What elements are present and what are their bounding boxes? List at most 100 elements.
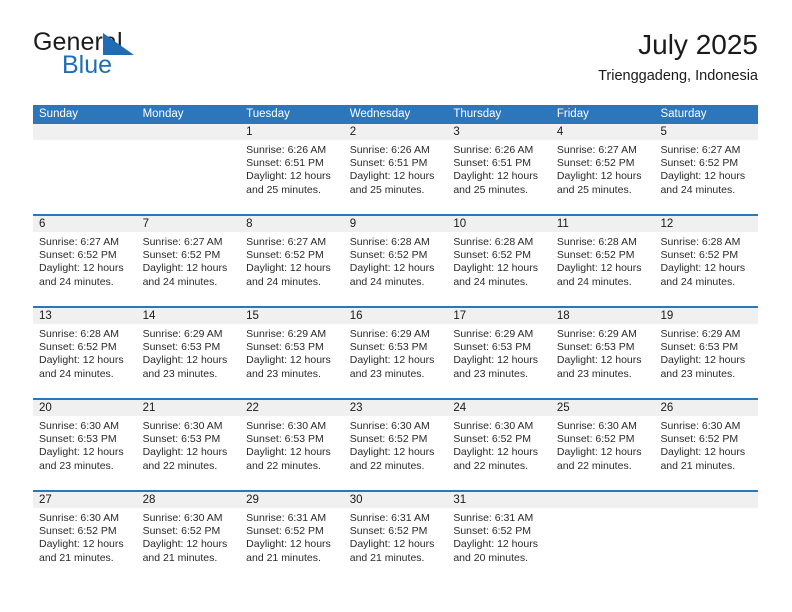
calendar-day-cell[interactable]: 23 Sunrise: 6:30 AM Sunset: 6:52 PM Dayligh…: [343, 400, 448, 490]
calendar-day-cell[interactable]: 7 Sunrise: 6:27 AM Sunset: 6:52 PM Daylight…: [136, 216, 241, 306]
daylight-text-cont: and 21 minutes.: [39, 551, 114, 564]
daylight-text: Daylight: 12 hours: [39, 354, 124, 367]
calendar-day-cell[interactable]: 21 Sunrise: 6:30 AM Sunset: 6:53 PM Dayligh…: [136, 400, 241, 490]
calendar-day-cell[interactable]: 19 Sunrise: 6:29 AM Sunset: 6:53 PM Dayligh…: [654, 308, 759, 398]
day-details: Sunrise: 6:28 AM Sunset: 6:52 PM Daylight:…: [33, 324, 137, 381]
sunset-text: Sunset: 6:51 PM: [246, 157, 324, 170]
calendar-day-cell[interactable]: 1 Sunrise: 6:26 AM Sunset: 6:51 PM Daylight…: [240, 124, 344, 214]
calendar-day-cell[interactable]: 28 Sunrise: 6:30 AM Sunset: 6:52 PM Dayligh…: [136, 492, 241, 582]
day-number-band: 19: [654, 308, 759, 324]
calendar-day-cell[interactable]: 22 Sunrise: 6:30 AM Sunset: 6:53 PM Dayligh…: [240, 400, 344, 490]
day-number: 14: [142, 310, 156, 322]
daylight-text-cont: and 24 minutes.: [556, 275, 632, 288]
sunset-text: Sunset: 6:53 PM: [246, 433, 324, 446]
calendar-day-cell[interactable]: 18 Sunrise: 6:29 AM Sunset: 6:53 PM Dayligh…: [550, 308, 655, 398]
sunrise-text: Sunrise: 6:30 AM: [39, 512, 119, 524]
calendar-day-cell[interactable]: 12 Sunrise: 6:28 AM Sunset: 6:52 PM Dayligh…: [654, 216, 759, 306]
weekday-header-monday: Monday: [142, 108, 184, 120]
sunrise-text: Sunrise: 6:28 AM: [556, 236, 637, 248]
calendar-day-cell[interactable]: 31 Sunrise: 6:31 AM Sunset: 6:52 PM Dayligh…: [447, 492, 551, 582]
sunset-text: Sunset: 6:52 PM: [453, 433, 531, 446]
day-details: [137, 140, 241, 144]
day-number: 6: [39, 218, 46, 230]
day-number: 16: [349, 310, 363, 322]
calendar-day-cell[interactable]: 25 Sunrise: 6:30 AM Sunset: 6:52 PM Dayligh…: [550, 400, 655, 490]
daylight-text: Daylight: 12 hours: [556, 262, 642, 275]
day-number: 30: [349, 494, 363, 506]
daylight-text-cont: and 22 minutes.: [556, 459, 632, 472]
daylight-text-cont: and 25 minutes.: [246, 183, 321, 196]
day-number-band: 21: [136, 400, 241, 416]
calendar-day-cell[interactable]: 2 Sunrise: 6:26 AM Sunset: 6:51 PM Daylight…: [343, 124, 448, 214]
brand-name-blue: Blue: [62, 51, 113, 79]
calendar-day-cell[interactable]: 4 Sunrise: 6:27 AM Sunset: 6:52 PM Daylight…: [550, 124, 655, 214]
day-number-band: 17: [447, 308, 551, 324]
sunset-text: Sunset: 6:52 PM: [246, 525, 324, 538]
sunrise-text: Sunrise: 6:27 AM: [39, 236, 119, 248]
daylight-text-cont: and 23 minutes.: [349, 367, 425, 380]
day-number-band: 20: [33, 400, 137, 416]
daylight-text-cont: and 21 minutes.: [349, 551, 425, 564]
calendar-day-empty: [654, 492, 759, 582]
sunset-text: Sunset: 6:53 PM: [660, 341, 739, 354]
calendar-day-cell[interactable]: 26 Sunrise: 6:30 AM Sunset: 6:52 PM Dayligh…: [654, 400, 759, 490]
calendar-day-cell[interactable]: 10 Sunrise: 6:28 AM Sunset: 6:52 PM Dayligh…: [447, 216, 551, 306]
calendar-day-cell[interactable]: 30 Sunrise: 6:31 AM Sunset: 6:52 PM Dayligh…: [343, 492, 448, 582]
calendar-day-cell[interactable]: 15 Sunrise: 6:29 AM Sunset: 6:53 PM Dayligh…: [240, 308, 344, 398]
day-number: 28: [142, 494, 156, 506]
day-number: 20: [39, 402, 52, 414]
day-number-band: 31: [447, 492, 551, 508]
daylight-text: Daylight: 12 hours: [142, 354, 228, 367]
sunset-text: Sunset: 6:51 PM: [349, 157, 428, 170]
title-block: July 2025 Trienggadeng, Indonesia: [598, 28, 758, 85]
sunset-text: Sunset: 6:52 PM: [660, 433, 739, 446]
day-details: [33, 140, 137, 144]
calendar-day-cell[interactable]: 6 Sunrise: 6:27 AM Sunset: 6:52 PM Daylight…: [33, 216, 137, 306]
daylight-text: Daylight: 12 hours: [453, 262, 538, 275]
daylight-text-cont: and 22 minutes.: [453, 459, 529, 472]
day-number: 3: [453, 126, 460, 138]
calendar-day-cell[interactable]: 11 Sunrise: 6:28 AM Sunset: 6:52 PM Dayligh…: [550, 216, 655, 306]
daylight-text-cont: and 24 minutes.: [349, 275, 425, 288]
calendar-day-cell[interactable]: 13 Sunrise: 6:28 AM Sunset: 6:52 PM Dayligh…: [33, 308, 137, 398]
daylight-text-cont: and 24 minutes.: [453, 275, 529, 288]
calendar-day-cell[interactable]: 17 Sunrise: 6:29 AM Sunset: 6:53 PM Dayligh…: [447, 308, 551, 398]
day-number-band: 26: [654, 400, 759, 416]
daylight-text-cont: and 23 minutes.: [39, 459, 114, 472]
calendar-day-cell[interactable]: 27 Sunrise: 6:30 AM Sunset: 6:52 PM Dayligh…: [33, 492, 137, 582]
daylight-text-cont: and 22 minutes.: [142, 459, 218, 472]
day-details: Sunrise: 6:30 AM Sunset: 6:53 PM Daylight:…: [240, 416, 344, 473]
day-number: 31: [453, 494, 467, 506]
day-number: 4: [556, 126, 564, 138]
day-number: 11: [556, 218, 569, 230]
calendar-day-cell[interactable]: 3 Sunrise: 6:26 AM Sunset: 6:51 PM Daylight…: [447, 124, 551, 214]
daylight-text: Daylight: 12 hours: [246, 262, 331, 275]
sunset-text: Sunset: 6:52 PM: [349, 525, 428, 538]
day-number: 5: [660, 126, 667, 138]
daylight-text-cont: and 25 minutes.: [349, 183, 425, 196]
daylight-text-cont: and 24 minutes.: [246, 275, 321, 288]
sunset-text: Sunset: 6:51 PM: [453, 157, 531, 170]
day-details: Sunrise: 6:30 AM Sunset: 6:52 PM Daylight:…: [33, 508, 137, 565]
day-number: 26: [660, 402, 674, 414]
sunset-text: Sunset: 6:53 PM: [349, 341, 428, 354]
daylight-text-cont: and 24 minutes.: [660, 275, 736, 288]
calendar-day-cell[interactable]: 8 Sunrise: 6:27 AM Sunset: 6:52 PM Daylight…: [240, 216, 344, 306]
calendar-day-cell[interactable]: 29 Sunrise: 6:31 AM Sunset: 6:52 PM Dayligh…: [240, 492, 344, 582]
calendar-day-cell[interactable]: 9 Sunrise: 6:28 AM Sunset: 6:52 PM Daylight…: [343, 216, 448, 306]
day-number-band: [33, 124, 137, 140]
calendar-day-cell[interactable]: 24 Sunrise: 6:30 AM Sunset: 6:52 PM Dayligh…: [447, 400, 551, 490]
calendar-day-cell[interactable]: 14 Sunrise: 6:29 AM Sunset: 6:53 PM Dayligh…: [136, 308, 241, 398]
calendar-day-cell[interactable]: 16 Sunrise: 6:29 AM Sunset: 6:53 PM Dayligh…: [343, 308, 448, 398]
daylight-text: Daylight: 12 hours: [39, 538, 124, 551]
sunrise-text: Sunrise: 6:30 AM: [453, 420, 534, 432]
sunrise-text: Sunrise: 6:30 AM: [660, 420, 741, 432]
calendar-day-cell[interactable]: 5 Sunrise: 6:27 AM Sunset: 6:52 PM Daylight…: [654, 124, 759, 214]
daylight-text-cont: and 24 minutes.: [660, 183, 736, 196]
calendar-day-cell[interactable]: 20 Sunrise: 6:30 AM Sunset: 6:53 PM Dayligh…: [33, 400, 137, 490]
day-number: 13: [39, 310, 52, 322]
calendar-page: General Blue July 2025 Trienggadeng, Ind…: [0, 0, 792, 612]
day-details: Sunrise: 6:26 AM Sunset: 6:51 PM Daylight:…: [447, 140, 551, 197]
day-number: 24: [453, 402, 467, 414]
sunrise-text: Sunrise: 6:30 AM: [142, 512, 223, 524]
